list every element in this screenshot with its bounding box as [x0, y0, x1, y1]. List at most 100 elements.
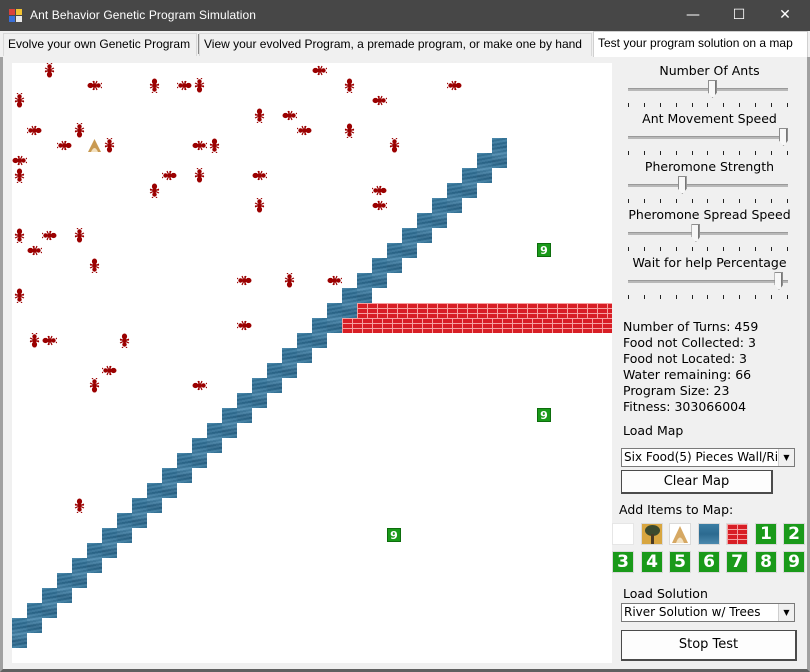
slider-thumb[interactable] — [691, 224, 701, 242]
slider-label-wait-for-help: Wait for help Percentage — [632, 255, 787, 270]
map-select[interactable]: Six Food(5) Pieces Wall/River ▼ — [621, 448, 795, 467]
slider-tick — [628, 103, 629, 107]
palette-food-4[interactable]: 4 — [641, 551, 663, 573]
ant-icon — [192, 378, 208, 393]
ant-icon — [252, 197, 267, 213]
palette-food-3[interactable]: 3 — [612, 551, 634, 573]
slider-tick — [739, 199, 741, 203]
ant-icon — [12, 228, 27, 244]
load-solution-label: Load Solution — [623, 586, 708, 601]
simulation-map[interactable]: 9 9 9 — [12, 63, 612, 663]
ant-icon — [72, 122, 87, 138]
slider-tick — [707, 151, 709, 155]
tab-view-program[interactable]: View your evolved Program, a premade pro… — [199, 33, 592, 56]
slider-tick — [723, 295, 725, 299]
water-tile — [27, 603, 42, 633]
ant-icon — [41, 228, 57, 243]
stop-test-button[interactable]: Stop Test — [621, 630, 797, 661]
palette-food-6[interactable]: 6 — [698, 551, 720, 573]
ant-icon — [192, 167, 207, 183]
tab-strip: Evolve your own Genetic Program View you… — [0, 31, 810, 57]
slider-tick — [739, 295, 741, 299]
ant-icon — [72, 498, 87, 514]
ant-icon — [371, 183, 387, 198]
slider-track — [628, 184, 788, 187]
water-tile — [267, 363, 282, 393]
slider-tick — [755, 247, 757, 251]
slider-ticks — [628, 151, 788, 157]
water-tile — [237, 393, 252, 423]
palette-nest[interactable] — [669, 523, 691, 545]
food-pile: 9 — [387, 528, 401, 542]
ant-icon — [282, 108, 298, 123]
maximize-button[interactable]: ☐ — [716, 0, 762, 31]
pheromone-strength-slider[interactable] — [628, 174, 788, 203]
slider-thumb[interactable] — [677, 176, 687, 194]
slider-tick — [739, 103, 741, 107]
slider-tick — [739, 247, 741, 251]
close-button[interactable]: ✕ — [762, 0, 808, 31]
brick-wall — [357, 303, 612, 318]
slider-ticks — [628, 295, 788, 301]
slider-ticks — [628, 247, 788, 253]
ant-icon — [342, 78, 357, 94]
slider-track — [628, 280, 788, 283]
chevron-down-icon[interactable]: ▼ — [778, 604, 794, 621]
wait-for-help-slider[interactable] — [628, 270, 788, 299]
ant-icon — [87, 258, 102, 274]
nest-icon — [87, 138, 102, 153]
slider-tick — [755, 199, 757, 203]
pheromone-spread-speed-slider[interactable] — [628, 222, 788, 251]
ant-icon — [87, 78, 103, 93]
slider-tick — [786, 199, 788, 203]
palette-tree[interactable] — [641, 523, 663, 545]
slider-tick — [643, 199, 645, 203]
clear-map-button[interactable]: Clear Map — [621, 470, 773, 494]
palette-food-2[interactable]: 2 — [783, 523, 805, 545]
ant-icon — [372, 93, 388, 108]
ant-icon — [56, 138, 72, 153]
palette-water[interactable] — [698, 523, 720, 545]
slider-tick — [723, 199, 725, 203]
palette-food-9[interactable]: 9 — [783, 551, 805, 573]
tab-test-solution[interactable]: Test your program solution on a map — [593, 31, 808, 57]
stat-program-size: Program Size: 23 — [623, 383, 730, 398]
stat-water-remaining: Water remaining: 66 — [623, 367, 752, 382]
water-tile — [372, 258, 387, 288]
slider-tick — [771, 199, 773, 203]
water-tile — [327, 303, 342, 333]
water-tile — [252, 378, 267, 408]
window-title: Ant Behavior Genetic Program Simulation — [30, 8, 257, 22]
palette-food-8[interactable]: 8 — [755, 551, 777, 573]
number-of-ants-slider[interactable] — [628, 78, 788, 107]
ant-movement-speed-slider[interactable] — [628, 126, 788, 155]
water-tile — [417, 213, 432, 243]
chevron-down-icon[interactable]: ▼ — [778, 449, 794, 466]
slider-ticks — [628, 103, 788, 109]
ant-icon — [27, 332, 42, 348]
ant-icon — [161, 168, 177, 183]
water-tile — [147, 483, 162, 513]
tab-evolve[interactable]: Evolve your own Genetic Program — [3, 33, 197, 56]
slider-tick — [691, 151, 693, 155]
palette-food-1[interactable]: 1 — [755, 523, 777, 545]
slider-thumb[interactable] — [708, 80, 718, 98]
slider-tick — [628, 247, 629, 251]
minimize-button[interactable]: — — [670, 0, 716, 31]
slider-thumb[interactable] — [779, 128, 788, 146]
palette-food-7[interactable]: 7 — [726, 551, 748, 573]
water-tile — [102, 528, 117, 558]
water-tile — [342, 288, 357, 318]
slider-tick — [691, 103, 693, 107]
app-icon — [9, 9, 23, 22]
solution-select[interactable]: River Solution w/ Trees ▼ — [621, 603, 795, 622]
palette-wall[interactable] — [726, 523, 748, 545]
palette-food-5[interactable]: 5 — [669, 551, 691, 573]
slider-track — [628, 232, 788, 235]
slider-ticks — [628, 199, 788, 205]
water-tile — [312, 318, 327, 348]
palette-empty[interactable] — [612, 523, 634, 545]
water-tile — [72, 558, 87, 588]
slider-tick — [786, 295, 788, 299]
slider-thumb[interactable] — [774, 272, 784, 290]
